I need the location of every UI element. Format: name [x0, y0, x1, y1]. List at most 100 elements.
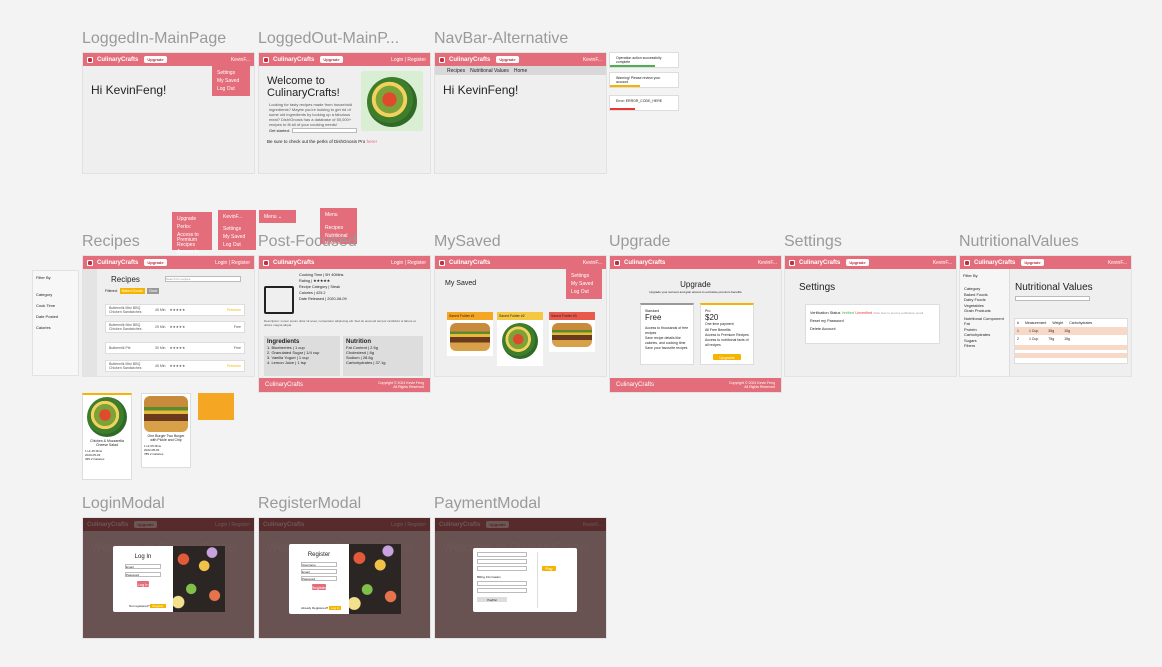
settings-row-delete-account[interactable]: Delete Account — [810, 325, 935, 333]
hero-image — [361, 71, 423, 131]
filter-cook-time[interactable]: Cook Time — [36, 300, 58, 311]
paypal-button[interactable]: PayPal — [477, 597, 507, 602]
menu-settings[interactable]: Settings — [223, 225, 251, 233]
navbar: CulinaryCrafts KevinF... — [435, 256, 606, 269]
brand[interactable]: CulinaryCrafts — [449, 57, 490, 63]
menu-my-saved[interactable]: My Saved — [217, 77, 245, 85]
brand[interactable]: CulinaryCrafts — [97, 57, 138, 63]
user-menu-button[interactable]: KevinF... — [231, 57, 250, 63]
register-password-input[interactable]: Password — [301, 576, 337, 581]
saved-folder[interactable]: Saved Folder #2 — [497, 312, 543, 366]
settings-row-verification: Verification Status Verified Unverified … — [810, 311, 924, 315]
recipe-row[interactable]: Buttermilk Mini BBQ Chicken Sandwiches 45… — [105, 304, 245, 316]
user-menu-button[interactable]: KevinF... — [1108, 260, 1127, 266]
user-menu-button[interactable]: KevinF... — [583, 260, 602, 266]
frame-title-settings: Settings — [784, 233, 842, 250]
card-name-input[interactable] — [477, 559, 527, 564]
logo-icon — [263, 259, 269, 266]
login-email-input[interactable]: Email — [125, 564, 161, 569]
register-email-input[interactable]: Email — [301, 569, 337, 574]
perks-link[interactable]: here! — [367, 139, 377, 144]
nav-link-nutritional[interactable]: Nutritional Values — [470, 68, 509, 74]
card-title: One Burger Two Burger with Pickle and Ch… — [147, 434, 185, 442]
billing-title: Billing Information — [477, 575, 501, 579]
login-modal: Log In Email Password Log In Not registe… — [113, 546, 225, 612]
menu-recipes[interactable]: Recipes — [325, 224, 352, 232]
register-button[interactable]: Register — [312, 584, 326, 590]
brand[interactable]: CulinaryCrafts — [624, 260, 665, 266]
filter-calories[interactable]: Calories — [36, 322, 58, 333]
upgrade-subtitle: Upgrade your account and gain access to … — [649, 290, 742, 294]
menu-logout[interactable]: Log Out — [571, 288, 597, 296]
frame-payment-modal: CulinaryCraftsUpgradeKevinF... Welcome t… — [434, 517, 607, 639]
login-register-link[interactable]: Login | Register — [391, 260, 426, 266]
logo-icon — [439, 56, 445, 63]
login-button[interactable]: Log In — [137, 581, 149, 587]
brand[interactable]: CulinaryCrafts — [273, 57, 314, 63]
login-register-link[interactable]: Login | Register — [215, 260, 250, 266]
brand[interactable]: CulinaryCrafts — [449, 260, 490, 266]
brand[interactable]: CulinaryCrafts — [97, 260, 138, 266]
recipe-card[interactable]: One Burger Two Burger with Pickle and Ch… — [141, 393, 191, 468]
nutrition-panel: Nutrition Fat Content | 2.5g Cholesterol… — [343, 336, 423, 376]
recipes-search-input[interactable]: Search for recipes — [165, 276, 241, 282]
upgrade-badge[interactable]: Upgrade — [1021, 259, 1044, 266]
upgrade-badge[interactable]: Upgrade — [144, 56, 167, 63]
frame-login-modal: CulinaryCraftsUpgradeLogin | Register We… — [82, 517, 255, 639]
user-menu-button[interactable]: KevinF... — [223, 213, 251, 221]
table-row: 11 Cup 35g 10g — [1015, 327, 1127, 335]
brand[interactable]: CulinaryCrafts — [974, 260, 1015, 266]
card-image — [87, 397, 127, 437]
settings-row-reset-password[interactable]: Reset my Password — [810, 317, 935, 325]
saved-folder[interactable]: Saved Folder #3 — [549, 312, 595, 352]
menu-title[interactable]: Menu — [325, 211, 352, 219]
pay-button[interactable]: Pay — [542, 566, 556, 571]
color-swatch — [198, 393, 234, 420]
toast-progress — [610, 108, 635, 110]
nav-link-recipes[interactable]: Recipes — [447, 68, 465, 74]
frame-navalt: CulinaryCrafts Upgrade KevinF... Recipes… — [434, 52, 607, 174]
upgrade-badge[interactable]: Upgrade — [846, 259, 869, 266]
user-menu-button[interactable]: KevinF... — [933, 260, 952, 266]
nav-link-home[interactable]: Home — [514, 68, 527, 74]
recipe-row[interactable]: Buttermilk Pie 30 Min ★★★★★ Free — [105, 342, 245, 354]
menu-button[interactable]: Menu ⌄ — [259, 210, 296, 223]
chip-clear[interactable]: Clear — [146, 288, 160, 294]
filter-date-posted[interactable]: Date Posted — [36, 311, 58, 322]
plan-pro[interactable]: Pro $20 One time payment All Free Benefi… — [700, 303, 754, 365]
user-menu-button[interactable]: KevinF... — [758, 260, 777, 266]
brand[interactable]: CulinaryCrafts — [799, 260, 840, 266]
login-register-link[interactable]: Login | Register — [391, 57, 426, 63]
upgrade-badge[interactable]: Upgrade — [496, 56, 519, 63]
register-link[interactable]: Register — [150, 604, 166, 608]
saved-folder[interactable]: Saved Folder #1 — [447, 312, 493, 356]
upgrade-cta-button[interactable]: Upgrade — [713, 354, 741, 360]
ingredient-item: 4. Lemon Juice | 1 tsp — [267, 360, 307, 365]
plan-free[interactable]: Standard Free Access to thousands of fre… — [640, 303, 694, 365]
billing-address-input[interactable] — [477, 581, 527, 586]
register-username-input[interactable]: Username — [301, 562, 337, 567]
user-menu-button[interactable]: KevinF... — [583, 57, 602, 63]
logo-icon — [87, 259, 93, 266]
billing-city-input[interactable] — [477, 588, 527, 593]
get-started-input[interactable] — [292, 128, 357, 133]
recipe-row[interactable]: Buttermilk Mini BBQ Chicken Sandwiches 45… — [105, 360, 245, 372]
nutri-search-input[interactable] — [1015, 296, 1090, 301]
frame-title-loggedout: LoggedOut-MainP... — [258, 30, 400, 47]
menu-my-saved[interactable]: My Saved — [571, 280, 597, 288]
chip-baked-goods[interactable]: Baked Goods — [119, 288, 145, 294]
card-expiry-input[interactable] — [477, 566, 527, 571]
menu-settings[interactable]: Settings — [571, 272, 597, 280]
login-password-input[interactable]: Password — [125, 572, 161, 577]
recipe-row[interactable]: Buttermilk Mini BBQ Chicken Sandwiches 25… — [105, 321, 245, 333]
nutri-table: # Measurement Weight Carbohydrates 11 Cup 35… — [1014, 318, 1128, 364]
menu-settings[interactable]: Settings — [217, 69, 245, 77]
card-number-input[interactable] — [477, 552, 527, 557]
upgrade-badge[interactable]: Upgrade — [144, 259, 167, 266]
filter-category[interactable]: Category — [36, 289, 58, 300]
menu-logout[interactable]: Log Out — [217, 85, 245, 93]
upgrade-badge[interactable]: Upgrade — [320, 56, 343, 63]
brand[interactable]: CulinaryCrafts — [273, 260, 314, 266]
login-link[interactable]: Log In — [329, 606, 342, 610]
recipe-card[interactable]: Chicken & Mozzarella Cheese Salad 1 Hr 4… — [82, 393, 132, 480]
